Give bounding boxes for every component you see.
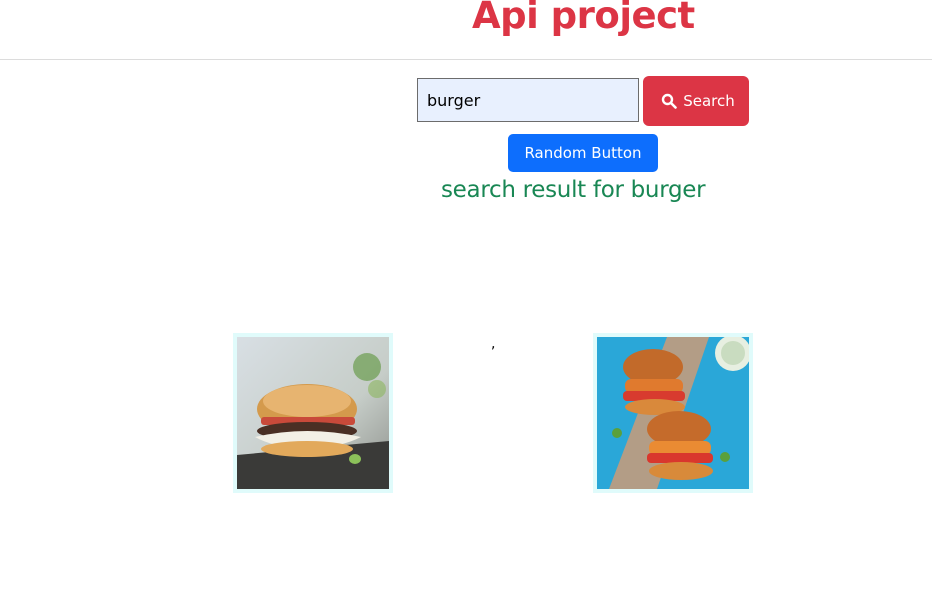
search-result-heading: search result for burger [441, 177, 706, 203]
meal-card[interactable] [233, 333, 393, 493]
burger-image [237, 337, 389, 489]
random-button[interactable]: Random Button [508, 134, 658, 172]
separator-text: , [491, 336, 496, 352]
search-input[interactable] [417, 78, 639, 122]
meal-card[interactable] [593, 333, 753, 493]
search-button[interactable]: Search [643, 76, 749, 126]
header: Api project [0, 0, 932, 60]
burger-image [597, 337, 749, 489]
search-button-label: Search [683, 92, 735, 110]
page-title: Api project [472, 0, 695, 37]
search-icon [661, 93, 678, 109]
